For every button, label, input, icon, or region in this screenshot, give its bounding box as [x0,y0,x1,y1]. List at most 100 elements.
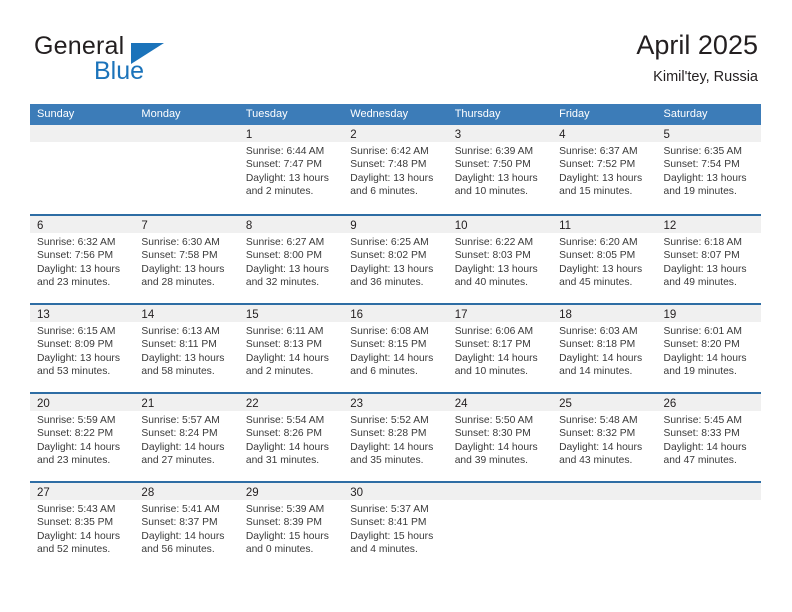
weekday-header-sunday: Sunday [37,108,75,120]
calendar-day-cell[interactable]: 19 Sunrise: 6:01 AM Sunset: 8:20 PM Dayligh… [656,305,761,392]
daylight-text-line1: Daylight: 14 hours [454,352,538,364]
day-details: Sunrise: 5:48 AM Sunset: 8:32 PM Daylight:… [552,411,656,468]
calendar-day-cell[interactable]: 30 Sunrise: 5:37 AM Sunset: 8:41 PM Dayligh… [343,483,448,570]
day-number-band: 29 [238,483,344,500]
calendar-day-cell[interactable]: 2 Sunrise: 6:42 AM Sunset: 7:48 PM Daylight… [343,125,448,214]
sunset-text: Sunset: 7:47 PM [245,159,322,171]
calendar-day-cell[interactable]: 22 Sunrise: 5:54 AM Sunset: 8:26 PM Dayligh… [238,394,344,481]
weekday-header-wednesday: Wednesday [350,108,409,120]
calendar-day-cell[interactable]: 7 Sunrise: 6:30 AM Sunset: 7:58 PM Daylight… [134,216,239,303]
calendar-day-cell[interactable]: 29 Sunrise: 5:39 AM Sunset: 8:39 PM Dayligh… [238,483,344,570]
calendar-day-cell[interactable]: 10 Sunrise: 6:22 AM Sunset: 8:03 PM Dayligh… [447,216,553,303]
day-details [448,500,552,503]
sunset-text: Sunset: 8:00 PM [245,250,322,262]
day-number-band: 18 [552,305,657,322]
calendar-week-row: 1 Sunrise: 6:44 AM Sunset: 7:47 PM Daylight… [30,125,761,214]
page-subtitle: Kimil'tey, Russia [653,69,758,85]
calendar-day-cell[interactable]: 14 Sunrise: 6:13 AM Sunset: 8:11 PM Dayligh… [134,305,239,392]
sunset-text: Sunset: 8:15 PM [350,339,427,351]
daylight-text-line1: Daylight: 14 hours [245,441,329,453]
calendar-day-cell[interactable]: 16 Sunrise: 6:08 AM Sunset: 8:15 PM Dayligh… [343,305,448,392]
day-number: 15 [245,309,259,321]
daylight-text-line2: and 15 minutes. [559,186,633,198]
sunrise-text: Sunrise: 6:32 AM [37,237,116,248]
calendar-day-cell[interactable]: 11 Sunrise: 6:20 AM Sunset: 8:05 PM Dayligh… [552,216,657,303]
calendar-week-row: 13 Sunrise: 6:15 AM Sunset: 8:09 PM Dayligh… [30,303,761,392]
day-details: Sunrise: 6:37 AM Sunset: 7:52 PM Daylight:… [552,142,656,199]
calendar-day-cell[interactable]: 3 Sunrise: 6:39 AM Sunset: 7:50 PM Daylight… [447,125,553,214]
day-details: Sunrise: 6:32 AM Sunset: 7:56 PM Daylight:… [30,233,134,290]
sunrise-text: Sunrise: 5:59 AM [37,415,116,426]
day-number: 29 [245,487,259,499]
sunrise-text: Sunrise: 6:13 AM [141,326,220,337]
day-number-band: 3 [447,125,553,142]
calendar-day-cell[interactable]: 20 Sunrise: 5:59 AM Sunset: 8:22 PM Dayligh… [30,394,135,481]
sunset-text: Sunset: 8:02 PM [350,250,427,262]
calendar-day-cell[interactable]: 1 Sunrise: 6:44 AM Sunset: 7:47 PM Daylight… [238,125,344,214]
sunrise-text: Sunrise: 6:25 AM [350,237,429,248]
calendar-day-cell[interactable]: 8 Sunrise: 6:27 AM Sunset: 8:00 PM Daylight… [238,216,344,303]
daylight-text-line1: Daylight: 13 hours [350,172,434,184]
calendar-day-cell[interactable]: 12 Sunrise: 6:18 AM Sunset: 8:07 PM Dayligh… [656,216,761,303]
daylight-text-line2: and 58 minutes. [141,366,215,378]
day-number-band: 26 [656,394,761,411]
day-number-band: 10 [447,216,553,233]
calendar-day-cell[interactable]: 27 Sunrise: 5:43 AM Sunset: 8:35 PM Dayligh… [30,483,135,570]
sunrise-text: Sunrise: 5:45 AM [663,415,742,426]
sunrise-text: Sunrise: 5:37 AM [350,504,429,515]
calendar-day-cell[interactable]: 23 Sunrise: 5:52 AM Sunset: 8:28 PM Dayligh… [343,394,448,481]
calendar-day-cell[interactable]: 6 Sunrise: 6:32 AM Sunset: 7:56 PM Daylight… [30,216,135,303]
day-number: 4 [559,129,566,141]
calendar-day-cell-empty [552,483,657,570]
calendar-day-cell[interactable]: 26 Sunrise: 5:45 AM Sunset: 8:33 PM Dayligh… [656,394,761,481]
calendar-day-cell[interactable]: 15 Sunrise: 6:11 AM Sunset: 8:13 PM Dayligh… [238,305,344,392]
day-number-band: 5 [656,125,761,142]
daylight-text-line2: and 45 minutes. [559,277,633,289]
day-details: Sunrise: 6:06 AM Sunset: 8:17 PM Daylight:… [448,322,552,379]
sunrise-text: Sunrise: 6:15 AM [37,326,116,337]
daylight-text-line1: Daylight: 14 hours [663,441,747,453]
day-number: 8 [245,220,253,232]
day-number-band: 6 [30,216,135,233]
calendar-day-cell[interactable]: 5 Sunrise: 6:35 AM Sunset: 7:54 PM Daylight… [656,125,761,214]
sunset-text: Sunset: 8:41 PM [350,517,427,529]
sunrise-text: Sunrise: 5:54 AM [245,415,325,426]
calendar-day-cell[interactable]: 25 Sunrise: 5:48 AM Sunset: 8:32 PM Dayligh… [552,394,657,481]
sunset-text: Sunset: 7:54 PM [663,159,740,171]
calendar-day-cell[interactable]: 18 Sunrise: 6:03 AM Sunset: 8:18 PM Dayligh… [552,305,657,392]
daylight-text-line1: Daylight: 15 hours [350,530,434,542]
day-number-band: 14 [134,305,239,322]
calendar-day-cell[interactable]: 9 Sunrise: 6:25 AM Sunset: 8:02 PM Daylight… [343,216,448,303]
calendar-day-cell[interactable]: 24 Sunrise: 5:50 AM Sunset: 8:30 PM Dayligh… [447,394,553,481]
day-number-band [447,483,553,500]
calendar-grid: Sunday Monday Tuesday Wednesday Thursday Frid… [30,104,761,570]
calendar-weeks: 1 Sunrise: 6:44 AM Sunset: 7:47 PM Daylight… [30,125,761,570]
day-number: 18 [559,309,572,321]
day-number: 20 [37,398,50,410]
calendar-day-cell[interactable]: 17 Sunrise: 6:06 AM Sunset: 8:17 PM Dayligh… [447,305,553,392]
day-details [134,142,238,145]
calendar-day-cell[interactable]: 28 Sunrise: 5:41 AM Sunset: 8:37 PM Dayligh… [134,483,239,570]
weekday-header-tuesday: Tuesday [245,108,288,120]
day-number-band [656,483,761,500]
day-number: 26 [663,398,677,410]
daylight-text-line2: and 47 minutes. [663,455,737,467]
daylight-text-line1: Daylight: 15 hours [245,530,329,542]
daylight-text-line2: and 2 minutes. [245,366,314,378]
calendar-day-cell[interactable]: 21 Sunrise: 5:57 AM Sunset: 8:24 PM Dayligh… [134,394,239,481]
sunset-text: Sunset: 7:58 PM [141,250,218,262]
sunset-text: Sunset: 8:07 PM [663,250,740,262]
day-number: 9 [350,220,357,232]
calendar-day-cell[interactable]: 13 Sunrise: 6:15 AM Sunset: 8:09 PM Dayligh… [30,305,135,392]
weekday-header-monday: Monday [141,108,181,120]
day-number-band: 30 [343,483,448,500]
sunrise-text: Sunrise: 6:08 AM [350,326,429,337]
daylight-text-line1: Daylight: 13 hours [37,352,120,364]
day-number: 28 [141,487,155,499]
day-number-band: 28 [134,483,239,500]
calendar-day-cell[interactable]: 4 Sunrise: 6:37 AM Sunset: 7:52 PM Daylight… [552,125,657,214]
daylight-text-line2: and 6 minutes. [350,366,418,378]
day-details: Sunrise: 6:22 AM Sunset: 8:03 PM Daylight:… [448,233,552,290]
daylight-text-line1: Daylight: 14 hours [559,441,643,453]
sunset-text: Sunset: 8:09 PM [37,339,114,351]
